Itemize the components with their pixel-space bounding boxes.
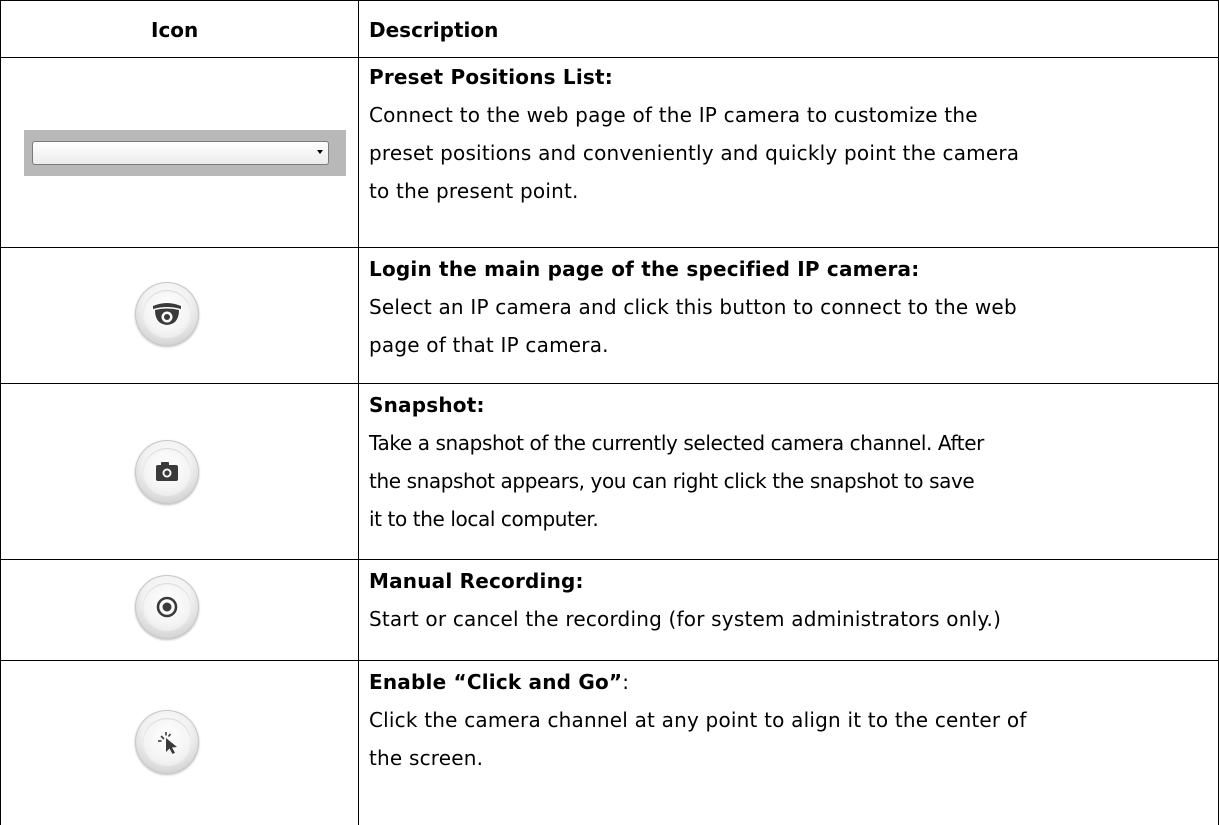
record-icon [156, 596, 178, 618]
row-text-line: the snapshot appears, you can right clic… [369, 469, 975, 493]
column-divider [358, 0, 359, 825]
row-text-line: Start or cancel the recording (for syste… [369, 607, 1002, 631]
row-title: Preset Positions List: [369, 65, 613, 89]
column-header-description: Description [369, 18, 499, 42]
row-text-line: Click the camera channel at any point to… [369, 708, 1027, 732]
row-4-bottom-border [0, 660, 1219, 661]
row-text-line: Take a snapshot of the currently selecte… [369, 431, 984, 455]
row-text-line: Select an IP camera and click this butto… [369, 295, 1017, 319]
row-title: Login the main page of the specified IP … [369, 257, 920, 281]
row-click-and-go: Enable “Click and Go”: Click the camera … [369, 663, 1215, 777]
camera-snapshot-icon [156, 462, 178, 481]
column-header-icon: Icon [151, 18, 199, 42]
manual-recording-button[interactable] [135, 575, 199, 639]
row-text-line: preset positions and conveniently and qu… [369, 141, 1020, 165]
chevron-down-icon [317, 150, 323, 154]
row-text-line: to the present point. [369, 179, 579, 203]
ip-camera-icon [153, 303, 181, 325]
row-title-text: Enable “Click and Go” [369, 670, 623, 694]
snapshot-button[interactable] [135, 440, 199, 504]
row-title-suffix: : [622, 670, 630, 694]
row-manual-recording: Manual Recording: Start or cancel the re… [369, 562, 1215, 638]
click-and-go-cursor-icon [158, 732, 177, 754]
row-title: Enable “Click and Go”: [369, 663, 1215, 701]
row-text-line: the screen. [369, 746, 484, 770]
row-preset-positions: Preset Positions List: Connect to the we… [369, 58, 1215, 210]
row-2-bottom-border [0, 383, 1219, 384]
row-1-bottom-border [0, 247, 1219, 248]
ip-camera-button[interactable] [135, 282, 199, 346]
row-text-line: page of that IP camera. [369, 333, 609, 357]
row-title: Snapshot: [369, 393, 485, 417]
preset-positions-dropdown-panel [24, 130, 346, 176]
row-text-line: it to the local computer. [369, 507, 599, 531]
table-top-border [0, 0, 1219, 1]
row-3-bottom-border [0, 559, 1219, 560]
preset-positions-dropdown[interactable] [32, 141, 329, 165]
row-text-line: Connect to the web page of the IP camera… [369, 103, 978, 127]
click-and-go-button[interactable] [135, 710, 199, 774]
row-login-ip-camera: Login the main page of the specified IP … [369, 250, 1215, 364]
row-title: Manual Recording: [369, 569, 584, 593]
row-snapshot: Snapshot: Take a snapshot of the current… [369, 386, 1215, 538]
table-left-border [0, 0, 1, 825]
